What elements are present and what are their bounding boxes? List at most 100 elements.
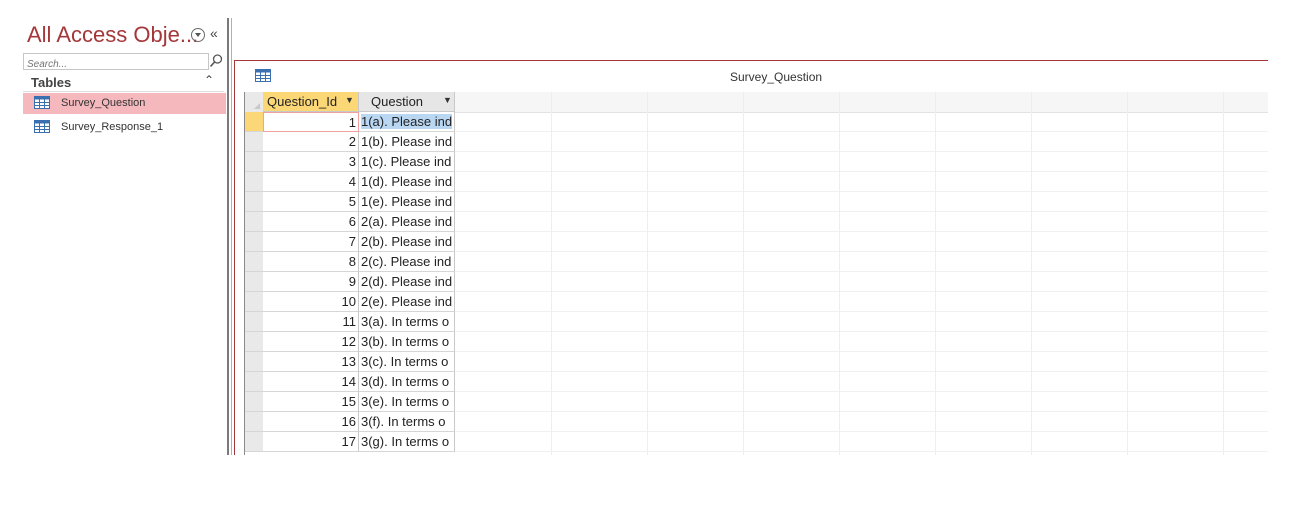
- column-header-label: Question: [371, 94, 424, 109]
- nav-item-survey-question[interactable]: Survey_Question: [23, 93, 226, 114]
- table-icon: [34, 96, 50, 109]
- cell-question-text: 3(d). In terms o: [361, 374, 450, 389]
- cell-question[interactable]: 3(c). In terms o: [359, 352, 455, 372]
- record-selector[interactable]: [245, 312, 263, 332]
- select-all-button[interactable]: [245, 92, 263, 113]
- cell-question[interactable]: 2(e). Please ind: [359, 292, 455, 312]
- record-selector[interactable]: [245, 112, 263, 132]
- empty-row-area: [455, 152, 1268, 172]
- nav-item-survey-response-1[interactable]: Survey_Response_1: [23, 117, 226, 138]
- table-row[interactable]: 13 3(c). In terms o: [245, 352, 1268, 372]
- cell-question-id[interactable]: 8: [263, 252, 359, 272]
- nav-pane-title[interactable]: All Access Obje...: [27, 22, 198, 48]
- record-selector[interactable]: [245, 212, 263, 232]
- double-chevron-up-icon[interactable]: ⌃: [204, 73, 214, 87]
- table-row[interactable]: 3 1(c). Please ind: [245, 152, 1268, 172]
- magnifier-icon[interactable]: [208, 53, 224, 69]
- table-row[interactable]: 10 2(e). Please ind: [245, 292, 1268, 312]
- search-field[interactable]: [23, 53, 209, 72]
- cell-question-id[interactable]: 12: [263, 332, 359, 352]
- cell-question[interactable]: 3(g). In terms o: [359, 432, 455, 452]
- column-header-question[interactable]: Question ▼: [359, 92, 455, 112]
- dropdown-arrow-icon[interactable]: ▼: [443, 95, 452, 105]
- cell-question-id[interactable]: 9: [263, 272, 359, 292]
- datasheet-grid: Question_Id ▼ Question ▼ 1 1(a). Please i…: [244, 92, 1268, 455]
- table-row[interactable]: 11 3(a). In terms o: [245, 312, 1268, 332]
- cell-question[interactable]: 2(a). Please ind: [359, 212, 455, 232]
- cell-question[interactable]: 3(d). In terms o: [359, 372, 455, 392]
- nav-pane-splitter[interactable]: [227, 18, 233, 455]
- cell-question-id[interactable]: 5: [263, 192, 359, 212]
- record-selector[interactable]: [245, 372, 263, 392]
- cell-question-text: 1(c). Please ind: [361, 154, 452, 169]
- cell-question[interactable]: 3(a). In terms o: [359, 312, 455, 332]
- cell-question-text: 3(c). In terms o: [361, 354, 449, 369]
- cell-question[interactable]: 1(e). Please ind: [359, 192, 455, 212]
- cell-question-id[interactable]: 15: [263, 392, 359, 412]
- empty-row-area: [455, 332, 1268, 352]
- record-selector[interactable]: [245, 232, 263, 252]
- record-selector[interactable]: [245, 332, 263, 352]
- empty-row-area: [455, 272, 1268, 292]
- record-selector[interactable]: [245, 412, 263, 432]
- cell-question[interactable]: 1(a). Please ind: [359, 112, 455, 132]
- cell-question[interactable]: 1(d). Please ind: [359, 172, 455, 192]
- table-row[interactable]: 5 1(e). Please ind: [245, 192, 1268, 212]
- record-selector[interactable]: [245, 272, 263, 292]
- table-row[interactable]: 9 2(d). Please ind: [245, 272, 1268, 292]
- cell-question-id[interactable]: 11: [263, 312, 359, 332]
- table-row[interactable]: 6 2(a). Please ind: [245, 212, 1268, 232]
- table-row[interactable]: 12 3(b). In terms o: [245, 332, 1268, 352]
- cell-question-id[interactable]: 13: [263, 352, 359, 372]
- table-row[interactable]: 4 1(d). Please ind: [245, 172, 1268, 192]
- record-selector[interactable]: [245, 252, 263, 272]
- cell-question-id[interactable]: 3: [263, 152, 359, 172]
- record-selector[interactable]: [245, 392, 263, 412]
- table-row[interactable]: 16 3(f). In terms o: [245, 412, 1268, 432]
- cell-question[interactable]: 3(e). In terms o: [359, 392, 455, 412]
- cell-question-id[interactable]: 14: [263, 372, 359, 392]
- table-row[interactable]: 1 1(a). Please ind: [245, 112, 1268, 132]
- table-row[interactable]: 14 3(d). In terms o: [245, 372, 1268, 392]
- cell-question-id[interactable]: 2: [263, 132, 359, 152]
- cell-question[interactable]: 3(b). In terms o: [359, 332, 455, 352]
- cell-question-text: 1(d). Please ind: [361, 174, 453, 189]
- empty-row-area: [455, 192, 1268, 212]
- cell-question-id[interactable]: 7: [263, 232, 359, 252]
- record-selector[interactable]: [245, 432, 263, 452]
- empty-header-area: [455, 92, 1268, 113]
- cell-question[interactable]: 1(b). Please ind: [359, 132, 455, 152]
- chevron-down-circle-icon[interactable]: [191, 28, 205, 42]
- record-selector[interactable]: [245, 132, 263, 152]
- dropdown-arrow-icon[interactable]: ▼: [345, 95, 354, 105]
- cell-question-id[interactable]: 10: [263, 292, 359, 312]
- record-selector[interactable]: [245, 192, 263, 212]
- table-row[interactable]: 8 2(c). Please ind: [245, 252, 1268, 272]
- search-input[interactable]: [24, 57, 202, 72]
- record-selector[interactable]: [245, 172, 263, 192]
- cell-question[interactable]: 3(f). In terms o: [359, 412, 455, 432]
- table-row[interactable]: 7 2(b). Please ind: [245, 232, 1268, 252]
- cell-question-id[interactable]: 17: [263, 432, 359, 452]
- table-row[interactable]: 2 1(b). Please ind: [245, 132, 1268, 152]
- table-row[interactable]: 15 3(e). In terms o: [245, 392, 1268, 412]
- cell-question-id[interactable]: 16: [263, 412, 359, 432]
- cell-question-id[interactable]: 6: [263, 212, 359, 232]
- table-icon[interactable]: [255, 69, 271, 82]
- record-selector[interactable]: [245, 152, 263, 172]
- cell-question-text: 1(a). Please ind: [361, 114, 453, 129]
- cell-question[interactable]: 2(d). Please ind: [359, 272, 455, 292]
- cell-question[interactable]: 2(c). Please ind: [359, 252, 455, 272]
- tables-group-header[interactable]: Tables ⌃: [23, 73, 224, 92]
- cell-question[interactable]: 2(b). Please ind: [359, 232, 455, 252]
- record-selector[interactable]: [245, 292, 263, 312]
- table-row[interactable]: 17 3(g). In terms o: [245, 432, 1268, 452]
- cell-question-id[interactable]: 4: [263, 172, 359, 192]
- record-selector[interactable]: [245, 352, 263, 372]
- column-header-question-id[interactable]: Question_Id ▼: [263, 92, 359, 112]
- double-chevron-left-icon[interactable]: «: [210, 25, 218, 41]
- cell-question-id[interactable]: 1: [263, 112, 359, 132]
- empty-row-area: [455, 132, 1268, 152]
- empty-row-area: [455, 392, 1268, 412]
- cell-question[interactable]: 1(c). Please ind: [359, 152, 455, 172]
